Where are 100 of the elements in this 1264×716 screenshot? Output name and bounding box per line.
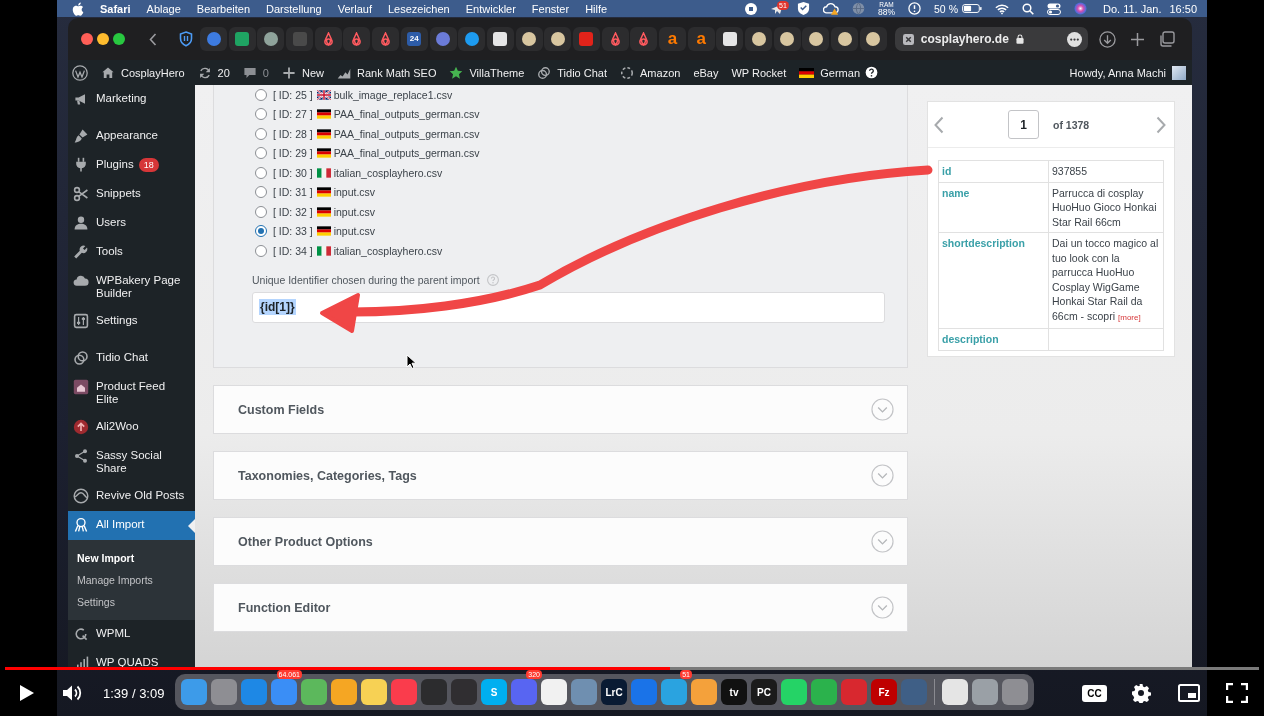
app-icon[interactable]: [781, 679, 807, 705]
more-link[interactable]: [more]: [1118, 312, 1141, 322]
browser-tab[interactable]: [745, 27, 773, 51]
app-logo[interactable]: tv: [721, 679, 747, 705]
battery-icon[interactable]: [961, 4, 982, 13]
accordion-header[interactable]: Function Editor: [213, 583, 908, 632]
app-icon[interactable]: [972, 679, 998, 705]
browser-tab[interactable]: [831, 27, 859, 51]
browser-tab[interactable]: [486, 27, 514, 51]
app-icon[interactable]: [811, 679, 837, 705]
app-icon[interactable]: [942, 679, 968, 705]
close-tab-icon[interactable]: [902, 33, 914, 45]
browser-tab[interactable]: [515, 27, 543, 51]
radio-button[interactable]: [255, 147, 267, 160]
browser-tab[interactable]: [372, 27, 400, 51]
wifi-icon[interactable]: [994, 2, 1009, 15]
menu-item[interactable]: Ablage: [146, 2, 181, 15]
sidebar-item[interactable]: Plugins 18: [68, 151, 195, 180]
sidebar-item[interactable]: Marketing: [68, 85, 195, 114]
radio-button[interactable]: [255, 108, 267, 121]
new-tab-icon[interactable]: [1130, 32, 1144, 46]
radio-button[interactable]: [255, 186, 267, 199]
siri-icon[interactable]: [1073, 2, 1087, 15]
browser-tab[interactable]: a: [687, 27, 715, 51]
radio-button[interactable]: [255, 88, 267, 101]
page-field[interactable]: 1: [1008, 110, 1039, 139]
sidebar-item[interactable]: Tidio Chat: [68, 344, 195, 373]
download-icon[interactable]: [1098, 30, 1116, 48]
sidebar-item[interactable]: Sassy Social Share: [68, 442, 195, 482]
radio-button[interactable]: [255, 244, 267, 257]
browser-tab[interactable]: [859, 27, 887, 51]
account-link[interactable]: Howdy, Anna Machi: [1069, 66, 1166, 79]
browser-tab[interactable]: [601, 27, 629, 51]
settings-icon[interactable]: [1131, 683, 1151, 703]
sidebar-item[interactable]: Snippets: [68, 180, 195, 209]
minimize-window-icon[interactable]: [97, 33, 109, 45]
submenu-item[interactable]: Settings: [68, 591, 195, 613]
menu-item[interactable]: Entwickler: [465, 2, 516, 15]
sidebar-item[interactable]: Tools: [68, 238, 195, 267]
miniplayer-icon[interactable]: [1178, 684, 1200, 702]
sidebar-item[interactable]: WPBakery Page Builder: [68, 267, 195, 307]
app-icon[interactable]: [301, 679, 327, 705]
toolbar-link[interactable]: 20: [197, 65, 230, 80]
sidebar-item[interactable]: WPML: [68, 620, 195, 649]
toolbar-link[interactable]: German: [799, 66, 861, 79]
browser-tab[interactable]: [314, 27, 342, 51]
sidebar-item[interactable]: Product Feed Elite: [68, 373, 195, 413]
submenu-item[interactable]: Manage Imports: [68, 569, 195, 591]
accordion-header[interactable]: Taxonomies, Categories, Tags: [213, 451, 908, 500]
browser-tab[interactable]: [630, 27, 658, 51]
menu-item[interactable]: Darstellung: [266, 2, 322, 15]
sidebar-item[interactable]: Settings: [68, 307, 195, 336]
toolbar-link[interactable]: Tidio Chat: [537, 65, 608, 80]
sidebar-item[interactable]: Ali2Woo: [68, 413, 195, 442]
browser-tab[interactable]: [458, 27, 486, 51]
toolbar-link[interactable]: Rank Math SEO: [337, 65, 437, 80]
stop-circle-icon[interactable]: [745, 2, 757, 15]
toolbar-link[interactable]: CosplayHero: [101, 65, 185, 80]
browser-tab[interactable]: [544, 27, 572, 51]
cloud-warning-icon[interactable]: [823, 2, 839, 15]
tab-overview-icon[interactable]: [1158, 31, 1175, 47]
sidebar-item[interactable]: All Import: [68, 511, 195, 540]
clock-alert-icon[interactable]: [908, 2, 922, 15]
toolbar-link[interactable]: Amazon: [620, 65, 681, 80]
shield-icon[interactable]: [797, 2, 810, 15]
app-logo[interactable]: Fz: [871, 679, 897, 705]
radio-button[interactable]: [255, 127, 267, 140]
search-icon[interactable]: [1021, 2, 1034, 15]
toggles-icon[interactable]: [1046, 2, 1061, 15]
browser-tab[interactable]: 24: [400, 27, 428, 51]
browser-tab[interactable]: [802, 27, 830, 51]
toolbar-link[interactable]: 0: [242, 65, 269, 80]
address-bar[interactable]: cosplayhero.de: [894, 27, 1088, 51]
app-icon[interactable]: [541, 679, 567, 705]
menu-item[interactable]: Safari: [100, 2, 131, 15]
app-icon[interactable]: [331, 679, 357, 705]
logo-icon[interactable]: [72, 64, 88, 81]
zoom-window-icon[interactable]: [113, 33, 125, 45]
more-icon[interactable]: [1066, 31, 1082, 47]
accordion-header[interactable]: Custom Fields: [213, 385, 908, 434]
back-icon[interactable]: [149, 32, 157, 46]
sidebar-item[interactable]: Appearance: [68, 122, 195, 151]
browser-tab[interactable]: [773, 27, 801, 51]
help-icon[interactable]: [865, 66, 879, 79]
toolbar-link[interactable]: New: [281, 65, 324, 80]
app-logo[interactable]: LrC: [601, 679, 627, 705]
apple-logo-icon[interactable]: [72, 1, 84, 16]
menu-item[interactable]: Lesezeichen: [387, 2, 450, 15]
toolbar-link[interactable]: eBay: [693, 66, 719, 79]
app-icon[interactable]: [661, 679, 687, 705]
app-icon[interactable]: [691, 679, 717, 705]
browser-tab[interactable]: [343, 27, 371, 51]
browser-tab[interactable]: [716, 27, 744, 51]
shield-icon[interactable]: [179, 31, 193, 47]
app-logo[interactable]: PC: [751, 679, 777, 705]
browser-tab[interactable]: [257, 27, 285, 51]
toolbar-link[interactable]: WP Rocket: [731, 66, 787, 79]
radio-button[interactable]: [255, 205, 267, 218]
play-icon[interactable]: [19, 684, 35, 702]
radio-button[interactable]: [255, 225, 267, 238]
